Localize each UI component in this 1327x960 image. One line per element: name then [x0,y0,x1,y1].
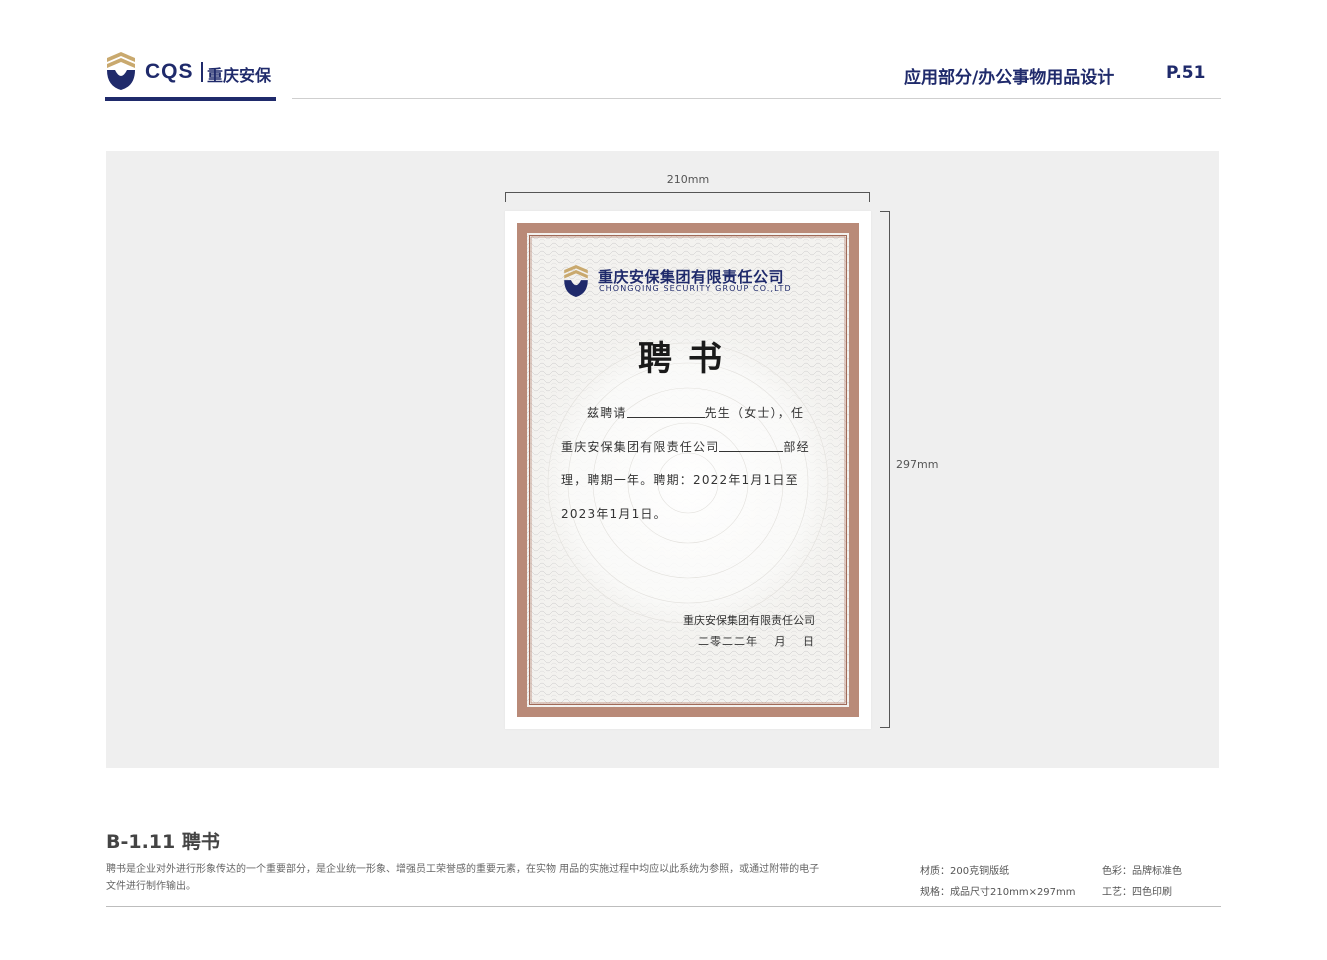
body-text: 重庆安保集团有限责任公司 [561,439,720,454]
body-line-4: 2023年1月1日。 [561,506,667,521]
section-title: 应用部分/办公事物用品设计 [904,68,1115,88]
certificate-body: 兹聘请 先生（女士），任 重庆安保集团有限责任公司 部经 理，聘期一年。聘期：202… [561,397,817,531]
spec-size: 规格：成品尺寸210mm×297mm [920,887,1076,898]
body-text: 部经 [783,439,810,454]
spec-material: 材质：200克铜版纸 [920,866,1010,877]
logo-separator [201,62,203,82]
brand-logo: CQS 重庆安保 [105,52,280,92]
certificate-shield-icon [564,265,588,297]
brand-cn: 重庆安保 [207,66,272,85]
body-line-1: 兹聘请 先生（女士），任 [561,397,817,431]
body-line-3: 理，聘期一年。聘期：2022年1月1日至 [561,473,799,487]
footer-divider [106,906,1221,907]
signature-date: 二零二二年 月 日 [698,635,815,648]
item-description: 聘书是企业对外进行形象传达的一个重要部分，是企业统一形象、增强员工荣誉感的重要元… [106,864,820,892]
certificate-title: 聘书 [638,339,738,379]
header-accent-bar [105,97,276,101]
name-blank [626,403,705,418]
spec-process: 工艺：四色印刷 [1102,887,1172,898]
certificate: 重庆安保集团有限责任公司 CHONGQING SECURITY GROUP CO… [505,211,871,729]
spec-color: 色彩：品牌标准色 [1102,866,1182,877]
item-title: B-1.11 聘书 [106,831,220,853]
body-text: 兹聘请 [587,406,627,420]
shield-logo-icon [107,52,135,90]
certificate-company-en: CHONGQING SECURITY GROUP CO.,LTD [599,284,792,293]
body-text: 先生（女士），任 [704,406,805,420]
brand-abbr: CQS [145,60,194,83]
header-divider [292,98,1221,99]
page-number: P.51 [1166,63,1206,83]
department-blank [719,437,784,452]
signature-company: 重庆安保集团有限责任公司 [683,614,815,627]
height-dimension-label: 297mm [896,458,939,471]
width-dimension-label: 210mm [666,173,710,186]
height-dimension-line [880,211,890,728]
body-line-2: 重庆安保集团有限责任公司 部经 [561,431,817,465]
width-dimension-line [505,192,870,202]
